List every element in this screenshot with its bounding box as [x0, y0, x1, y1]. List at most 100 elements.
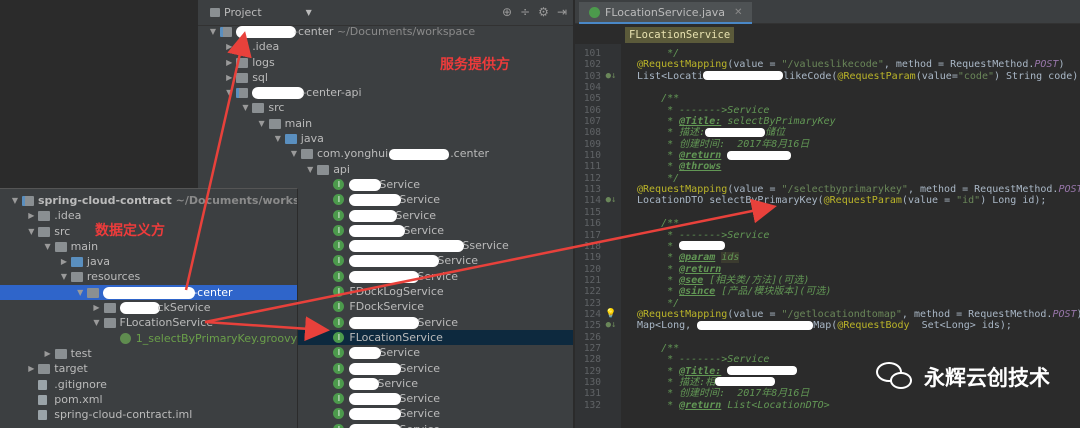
- redaction-mark: [349, 240, 465, 253]
- tree-item[interactable]: ▶ logs: [198, 55, 573, 70]
- chevron-down-icon[interactable]: ▼: [305, 162, 315, 177]
- code-line[interactable]: 114 ●↓ LocationDTO selectByPrimaryKey(@Req…: [575, 195, 1080, 206]
- code-line[interactable]: 121 * @see [相关类/方法](可选): [575, 275, 1080, 286]
- tree-item[interactable]: ▼ java: [198, 131, 573, 146]
- chevron-right-icon[interactable]: ▶: [224, 70, 234, 85]
- chevron-down-icon[interactable]: ▼: [289, 146, 299, 161]
- collapse-all-icon[interactable]: ÷: [520, 5, 530, 19]
- line-number: 119: [583, 252, 601, 264]
- code-line[interactable]: 101 */: [575, 48, 1080, 59]
- chevron-down-icon[interactable]: ▼: [10, 193, 20, 208]
- chevron-down-icon[interactable]: ▼: [224, 85, 234, 100]
- chevron-right-icon[interactable]: ▶: [26, 208, 36, 223]
- chevron-down-icon[interactable]: ▼: [92, 315, 102, 330]
- chevron-down-icon[interactable]: ▼: [43, 239, 53, 254]
- code-line[interactable]: 123 */: [575, 298, 1080, 309]
- tree-item[interactable]: ▼ -center ~/Documents/workspace: [198, 24, 573, 39]
- tree-item[interactable]: pom.xml: [0, 392, 297, 407]
- code-line[interactable]: 106 * ------->Service: [575, 105, 1080, 116]
- tree-item[interactable]: spring-cloud-contract.iml: [0, 407, 297, 422]
- code-text: */: [637, 48, 680, 59]
- settings-icon[interactable]: ⚙: [538, 5, 549, 19]
- code-line[interactable]: 122 * @since [产品/模块版本](可选): [575, 286, 1080, 297]
- tree-item[interactable]: ▶ test: [0, 346, 297, 361]
- code-line[interactable]: 107 * @Title: selectByPrimaryKey: [575, 116, 1080, 127]
- code-line[interactable]: 102 @RequestMapping(value = "/valueslikec…: [575, 59, 1080, 70]
- code-line[interactable]: 125 ●↓ Map<Long, Map(@RequestBody Set<Long…: [575, 320, 1080, 331]
- code-line[interactable]: 118 *: [575, 241, 1080, 252]
- code-line[interactable]: 103 ●↓ List<Locati likeCode(@RequestParam(v…: [575, 71, 1080, 82]
- editor-breadcrumb[interactable]: FLocationService: [625, 27, 735, 43]
- tree-item[interactable]: ▶ sql: [198, 70, 573, 85]
- chevron-right-icon[interactable]: ▶: [43, 346, 53, 361]
- code-area[interactable]: 101 */102 @RequestMapping(value = "/value…: [575, 48, 1080, 411]
- tree-item[interactable]: ▼ spring-cloud-contract ~/Documents/works…: [0, 193, 297, 208]
- class-icon: I: [333, 178, 345, 190]
- code-text: * @return List<LocationDTO>: [637, 399, 830, 411]
- line-number: 115: [583, 206, 601, 218]
- chevron-down-icon[interactable]: ▼: [26, 224, 36, 239]
- line-number: 132: [583, 399, 601, 411]
- tree-item[interactable]: ▼ com.yonghui .center: [198, 146, 573, 161]
- chevron-down-icon[interactable]: ▼: [257, 116, 267, 131]
- code-line[interactable]: 117 * ------->Service: [575, 230, 1080, 241]
- tree-item[interactable]: ▼ resources: [0, 269, 297, 284]
- code-line[interactable]: 109 * 创建时间: 2017年8月16日: [575, 139, 1080, 150]
- editor-tab[interactable]: FLocationService.java ✕: [579, 2, 753, 24]
- hide-icon[interactable]: ⇥: [557, 5, 567, 19]
- implemented-marker-icon[interactable]: ●↓: [605, 195, 617, 206]
- chevron-right-icon[interactable]: ▶: [224, 55, 234, 70]
- chevron-right-icon[interactable]: ▶: [59, 254, 69, 269]
- tree-item[interactable]: ▼ src: [198, 100, 573, 115]
- tree-item[interactable]: ▶ target: [0, 361, 297, 376]
- tree-item[interactable]: ▼ -center: [0, 284, 297, 301]
- chevron-down-icon[interactable]: ▼: [208, 24, 218, 39]
- intention-bulb-icon[interactable]: 💡: [605, 309, 617, 320]
- code-line[interactable]: 105 /**: [575, 93, 1080, 104]
- close-icon[interactable]: ✕: [734, 7, 742, 18]
- code-line[interactable]: 113 @RequestMapping(value = "/selectbypri…: [575, 184, 1080, 195]
- code-text: * 描述:相: [637, 377, 776, 388]
- code-line[interactable]: 127 /**: [575, 343, 1080, 354]
- code-line[interactable]: 110 * @return: [575, 150, 1080, 161]
- code-line[interactable]: 115: [575, 207, 1080, 218]
- code-line[interactable]: 112 */: [575, 173, 1080, 184]
- tree-item[interactable]: ▼ FLocationService: [0, 315, 297, 330]
- chevron-down-icon[interactable]: ▼: [75, 285, 85, 300]
- code-line[interactable]: 108 * 描述: 储位: [575, 127, 1080, 138]
- code-line[interactable]: 119 * @param ids: [575, 252, 1080, 264]
- tree-item[interactable]: ▼ main: [0, 239, 297, 254]
- chevron-right-icon[interactable]: ▶: [26, 361, 36, 376]
- code-line[interactable]: 126: [575, 332, 1080, 343]
- code-line[interactable]: 120 * @return: [575, 264, 1080, 275]
- chevron-right-icon[interactable]: ▶: [224, 39, 234, 54]
- tree-item[interactable]: .gitignore: [0, 377, 297, 392]
- class-icon: I: [333, 270, 345, 282]
- tree-item-label: Service: [395, 208, 437, 222]
- implemented-marker-icon[interactable]: ●↓: [605, 71, 617, 82]
- chevron-down-icon[interactable]: ▼: [59, 269, 69, 284]
- project-view-selector[interactable]: Project ▼: [210, 6, 312, 19]
- implemented-marker-icon[interactable]: ●↓: [605, 320, 617, 331]
- redaction-mark: [349, 377, 380, 390]
- tree-item[interactable]: ▼ api: [198, 162, 573, 177]
- tree-item[interactable]: ▼ main: [198, 116, 573, 131]
- tree-item[interactable]: 1_selectByPrimaryKey.groovy: [0, 331, 297, 346]
- tree-item[interactable]: ▶ java: [0, 254, 297, 269]
- folder-icon: [236, 88, 249, 99]
- code-line[interactable]: 124 💡 @RequestMapping(value = "/getlocatio…: [575, 309, 1080, 320]
- scroll-from-source-icon[interactable]: ⊕: [502, 5, 512, 19]
- code-line[interactable]: 132 * @return List<LocationDTO>: [575, 400, 1080, 411]
- tree-item-label: spring-cloud-contract ~/Documents/worksp…: [38, 193, 297, 208]
- chevron-down-icon[interactable]: ▼: [273, 131, 283, 146]
- tree-item-label: -center ~/Documents/workspace: [294, 25, 476, 38]
- code-line[interactable]: 104: [575, 82, 1080, 93]
- tree-item[interactable]: ▶ ckService: [0, 300, 297, 315]
- chevron-right-icon[interactable]: ▶: [92, 300, 102, 315]
- tree-item[interactable]: ▼ -center-api: [198, 85, 573, 100]
- class-icon: [119, 332, 131, 344]
- code-line[interactable]: 116 /**: [575, 218, 1080, 229]
- code-line[interactable]: 111 * @throws: [575, 161, 1080, 172]
- chevron-down-icon[interactable]: ▼: [240, 100, 250, 115]
- tree-item[interactable]: ▶ .idea: [198, 39, 573, 54]
